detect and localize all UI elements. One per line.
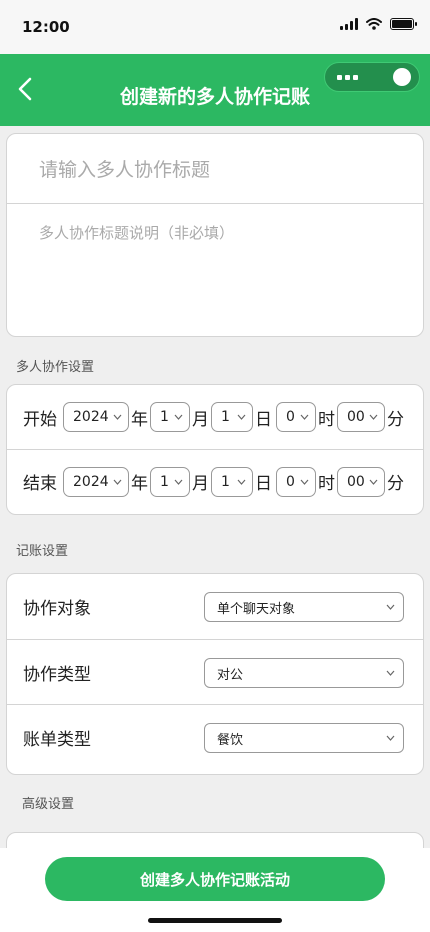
start-year-select[interactable]: 2024 (63, 402, 129, 432)
title-card: 请输入多人协作标题 多人协作标题说明（非必填） (6, 133, 424, 337)
collab-target-row: 协作对象 单个聊天对象 (7, 574, 423, 639)
chevron-down-icon (174, 414, 183, 420)
status-bar: 12:00 (0, 0, 430, 54)
chevron-down-icon (113, 479, 122, 485)
start-day-select[interactable]: 1 (211, 402, 253, 432)
account-settings-card: 协作对象 单个聊天对象 协作类型 对公 账单类型 餐饮 (6, 573, 424, 775)
end-time-row: 结束 2024 年 1 月 1 日 0 时 00 分 (7, 449, 423, 513)
signal-icon (340, 18, 358, 30)
chevron-down-icon (386, 604, 395, 610)
status-icons (340, 18, 417, 30)
chevron-down-icon (300, 479, 309, 485)
start-month-select[interactable]: 1 (150, 402, 190, 432)
end-day-select[interactable]: 1 (211, 466, 253, 497)
home-indicator (148, 918, 282, 923)
end-hour-select[interactable]: 0 (276, 466, 316, 497)
chevron-down-icon (237, 479, 246, 485)
collab-target-select[interactable]: 单个聊天对象 (204, 592, 404, 622)
description-input[interactable]: 多人协作标题说明（非必填） (7, 204, 423, 261)
chevron-down-icon (174, 479, 183, 485)
end-year-select[interactable]: 2024 (63, 466, 129, 497)
collab-type-row: 协作类型 对公 (7, 639, 423, 704)
bill-type-row: 账单类型 餐饮 (7, 704, 423, 769)
chevron-down-icon (369, 414, 378, 420)
battery-icon (390, 18, 417, 30)
time-card: 开始 2024 年 1 月 1 日 0 时 00 分 结束 2024 年 1 月… (6, 384, 424, 515)
end-month-select[interactable]: 1 (150, 466, 190, 497)
more-icon[interactable] (337, 74, 358, 80)
create-collab-button[interactable]: 创建多人协作记账活动 (45, 857, 385, 901)
chevron-down-icon (113, 414, 122, 420)
chevron-down-icon (369, 479, 378, 485)
collab-type-select[interactable]: 对公 (204, 658, 404, 688)
close-capsule-icon[interactable] (393, 68, 411, 86)
title-input[interactable]: 请输入多人协作标题 (7, 134, 423, 204)
chevron-down-icon (237, 414, 246, 420)
end-label: 结束 (23, 474, 57, 494)
start-hour-select[interactable]: 0 (276, 402, 316, 432)
nav-header: 创建新的多人协作记账 (0, 54, 430, 126)
account-settings-label: 记账设置 (16, 544, 69, 559)
chevron-down-icon (300, 414, 309, 420)
chevron-down-icon (386, 670, 395, 676)
wifi-icon (366, 18, 382, 30)
advanced-settings-label: 高级设置 (22, 797, 75, 812)
bill-type-select[interactable]: 餐饮 (204, 723, 404, 753)
bottom-bar: 创建多人协作记账活动 (0, 848, 430, 932)
start-time-row: 开始 2024 年 1 月 1 日 0 时 00 分 (7, 385, 423, 449)
chevron-down-icon (386, 735, 395, 741)
end-minute-select[interactable]: 00 (337, 466, 385, 497)
start-label: 开始 (23, 409, 57, 430)
start-minute-select[interactable]: 00 (337, 402, 385, 432)
collab-settings-label: 多人协作设置 (16, 360, 95, 375)
status-time: 12:00 (22, 18, 70, 36)
mini-program-capsule (324, 62, 420, 92)
